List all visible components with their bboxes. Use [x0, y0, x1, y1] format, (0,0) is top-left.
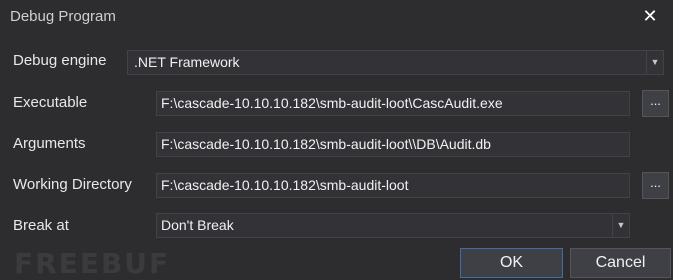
debug-engine-value: .NET Framework [134, 54, 240, 70]
working-directory-label: Working Directory [13, 176, 132, 193]
executable-input[interactable]: F:\cascade-10.10.10.182\smb-audit-loot\C… [156, 91, 630, 116]
executable-label: Executable [13, 94, 88, 111]
arguments-label: Arguments [13, 135, 86, 152]
cancel-button[interactable]: Cancel [570, 248, 671, 278]
debug-engine-label: Debug engine [13, 52, 107, 69]
debug-program-dialog: Debug Program ✕ Debug engine .NET Framew… [0, 0, 673, 280]
executable-browse-button[interactable]: ... [642, 90, 669, 117]
chevron-down-icon[interactable]: ▼ [612, 214, 629, 237]
ok-button[interactable]: OK [460, 248, 563, 278]
break-at-select[interactable]: Don't Break ▼ [156, 213, 630, 238]
working-directory-input[interactable]: F:\cascade-10.10.10.182\smb-audit-loot [156, 173, 630, 198]
dialog-title: Debug Program [10, 8, 116, 25]
title-bar: Debug Program ✕ [0, 0, 673, 36]
close-icon[interactable]: ✕ [639, 5, 661, 27]
chevron-down-icon[interactable]: ▼ [646, 51, 663, 74]
break-at-value: Don't Break [161, 217, 234, 233]
arguments-input[interactable]: F:\cascade-10.10.10.182\smb-audit-loot\\… [156, 132, 630, 157]
watermark: FREEBUF [14, 247, 171, 280]
break-at-label: Break at [13, 217, 69, 234]
working-directory-browse-button[interactable]: ... [642, 172, 669, 199]
debug-engine-select[interactable]: .NET Framework ▼ [127, 50, 664, 75]
